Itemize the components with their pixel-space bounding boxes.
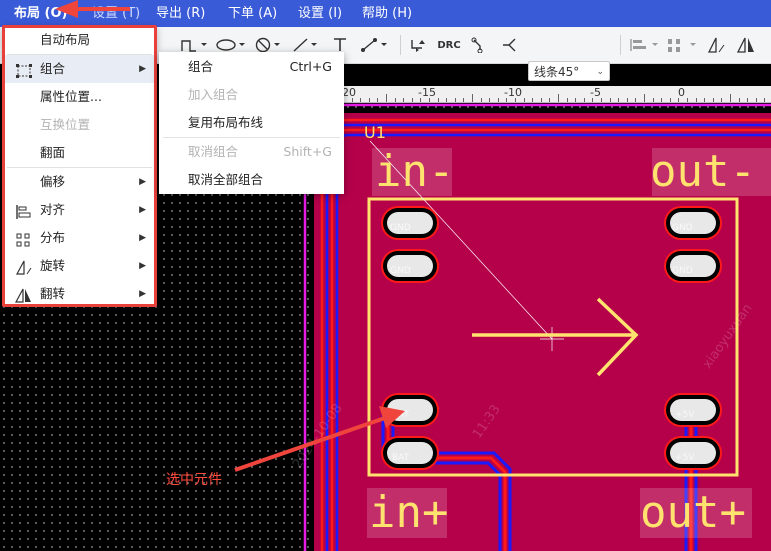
group-icon xyxy=(15,61,33,78)
rotate-icon xyxy=(15,258,33,275)
chevron-right-icon: ▶ xyxy=(139,261,146,271)
submenu-item-reuse-layout[interactable]: 复用布局布线 xyxy=(159,109,344,137)
layout-menu: 自动布局 组合 ▶ 属性位置... 互换位置 翻面 偏移 ▶ 对齐 ▶ 分布 ▶ 旋转 ▶… xyxy=(3,26,156,306)
menu-item-flip-side[interactable]: 翻面 xyxy=(3,139,156,167)
menu-item-property-position[interactable]: 属性位置... xyxy=(3,83,156,111)
chevron-right-icon: ▶ xyxy=(139,289,146,299)
submenu-item-add-to-group: 加入组合 xyxy=(188,87,239,102)
menu-item-auto-layout[interactable]: 自动布局 xyxy=(3,26,156,54)
menu-item-swap-position: 互换位置 xyxy=(40,117,91,132)
submenu-item-ungroup: 取消组合 Shift+G xyxy=(188,144,332,159)
menu-item-flip[interactable]: 翻转 ▶ xyxy=(3,280,156,308)
menu-item-rotate[interactable]: 旋转 ▶ xyxy=(3,252,156,280)
submenu-item-ungroup-all[interactable]: 取消全部组合 xyxy=(159,166,344,194)
menu-item-group[interactable]: 组合 ▶ xyxy=(3,55,156,83)
annotation-label: 选中元件 xyxy=(166,472,222,488)
align-icon xyxy=(15,202,33,219)
menu-item-distribute[interactable]: 分布 ▶ xyxy=(3,224,156,252)
group-submenu: 组合 Ctrl+G 加入组合 复用布局布线 取消组合 Shift+G 取消全部组合 xyxy=(159,52,344,194)
chevron-right-icon: ▶ xyxy=(139,64,146,74)
flip-icon xyxy=(14,286,33,303)
menu-item-align[interactable]: 对齐 ▶ xyxy=(3,196,156,224)
menu-item-offset[interactable]: 偏移 ▶ xyxy=(3,168,156,196)
submenu-item-group[interactable]: 组合 Ctrl+G xyxy=(159,53,344,81)
chevron-right-icon: ▶ xyxy=(139,205,146,215)
chevron-right-icon: ▶ xyxy=(139,233,146,243)
chevron-right-icon: ▶ xyxy=(139,177,146,187)
distribute-icon xyxy=(15,230,33,247)
